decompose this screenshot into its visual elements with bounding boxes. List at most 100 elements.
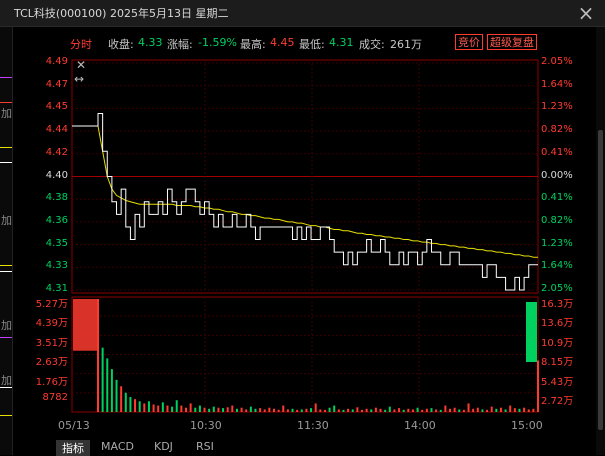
volume-bar (235, 408, 238, 412)
price-tick-label: 4.40 (45, 169, 68, 181)
price-tick-label: 4.44 (45, 124, 68, 136)
volume-bar (296, 409, 299, 412)
volume-bar (416, 407, 419, 412)
closing-volume-block (526, 302, 537, 362)
tab-rsi[interactable]: RSI (196, 440, 214, 453)
volume-bar (509, 405, 512, 412)
time-tick-label: 11:30 (297, 419, 329, 432)
volume-bar (171, 406, 174, 412)
volume-bar (439, 409, 442, 412)
volume-tick-label: 5.27万 (35, 299, 68, 310)
time-tick-label: 15:00 (511, 419, 543, 432)
volume-bar (504, 409, 507, 412)
volume-tick-label: 3.51万 (35, 337, 68, 349)
arrows-icon[interactable]: ↔ (74, 72, 84, 86)
percent-tick-label: 1.64% (541, 260, 573, 272)
volume-bar (430, 408, 433, 412)
volume-bar (476, 407, 479, 412)
volume-bar (388, 406, 391, 412)
volume-bar (273, 408, 275, 412)
volume-bar (499, 407, 502, 412)
volume-bar (472, 408, 475, 412)
volume-bar (240, 407, 243, 412)
volume-bar (226, 407, 229, 412)
volume-bar (198, 405, 201, 412)
tab-macd[interactable]: MACD (101, 440, 134, 453)
volume-bar (277, 409, 280, 412)
volume-bar (449, 408, 451, 412)
intraday-chart[interactable] (0, 0, 605, 455)
volume-bar (115, 379, 118, 412)
volume-bar (444, 405, 447, 412)
percent-tick-label: 0.82% (541, 214, 573, 226)
volume-bar (527, 409, 530, 412)
volume-bar (101, 347, 104, 412)
price-tick-label: 4.31 (45, 283, 68, 294)
price-tick-label: 4.45 (45, 101, 68, 113)
volume-bar (222, 408, 225, 412)
volume-bar (208, 408, 211, 412)
volume-tick-label-right: 2.72万 (541, 396, 574, 407)
volume-bar (486, 409, 489, 412)
volume-bar (337, 409, 340, 412)
percent-tick-label: 0.41% (541, 192, 573, 204)
volume-bar (384, 409, 387, 412)
volume-bar (259, 408, 262, 412)
crosshair-icon[interactable]: ✕ (76, 58, 86, 72)
chart-grid (72, 60, 538, 412)
volume-bar (129, 396, 132, 412)
volume-bar (161, 402, 164, 412)
volume-bar (157, 405, 160, 412)
volume-bar (523, 407, 526, 412)
percent-tick-label: 0.82% (541, 124, 573, 136)
tab-indicator[interactable]: 指标 (56, 440, 90, 456)
volume-tick-label: 1.76万 (35, 376, 68, 388)
volume-bar (203, 407, 206, 412)
price-line-path (72, 112, 538, 291)
volume-bar (212, 406, 215, 412)
volume-bar (147, 401, 150, 412)
volume-bar (398, 408, 401, 412)
price-tick-label: 4.38 (45, 192, 68, 204)
percent-tick-label: 2.05% (541, 283, 573, 294)
volume-bar (453, 407, 456, 412)
price-tick-label: 4.49 (45, 56, 68, 67)
volume-bar (356, 407, 359, 412)
time-tick-label: 10:30 (190, 419, 222, 432)
volume-bar (138, 401, 141, 412)
volume-bar (310, 408, 313, 412)
volume-bar (124, 392, 127, 412)
volume-bar (328, 407, 331, 412)
volume-bar (175, 400, 178, 412)
price-line (72, 112, 538, 291)
percent-tick-label: 1.23% (541, 101, 573, 113)
price-tick-label: 4.42 (45, 146, 68, 158)
volume-bar (97, 299, 99, 412)
indicator-tabs: 指标 MACD KDJ RSI (12, 438, 596, 456)
volume-tick-label-right: 10.9万 (541, 337, 574, 349)
volume-bar (106, 358, 109, 412)
percent-tick-label: 0.41% (541, 146, 573, 158)
time-tick-label: 05/13 (58, 419, 90, 432)
percent-tick-label: 2.05% (541, 56, 573, 67)
volume-bar (513, 408, 516, 412)
volume-bar (245, 409, 248, 412)
volume-bar (291, 408, 294, 412)
volume-bar (249, 406, 252, 412)
volume-bar (407, 408, 410, 412)
volume-bar (217, 407, 220, 412)
percent-tick-label: 0.00% (541, 169, 573, 181)
volume-tick-label-right: 5.43万 (541, 376, 574, 388)
volume-bar (462, 409, 465, 412)
percent-tick-label: 1.64% (541, 78, 573, 90)
average-line-path (97, 125, 538, 258)
average-price-line (97, 125, 538, 258)
volume-bar (411, 409, 414, 412)
volume-bar (263, 409, 266, 412)
price-tick-label: 4.36 (45, 214, 68, 226)
volume-bar (537, 360, 539, 412)
volume-bar (152, 404, 155, 412)
volume-bar (435, 409, 438, 412)
volume-bar (342, 409, 345, 412)
tab-kdj[interactable]: KDJ (154, 440, 173, 453)
